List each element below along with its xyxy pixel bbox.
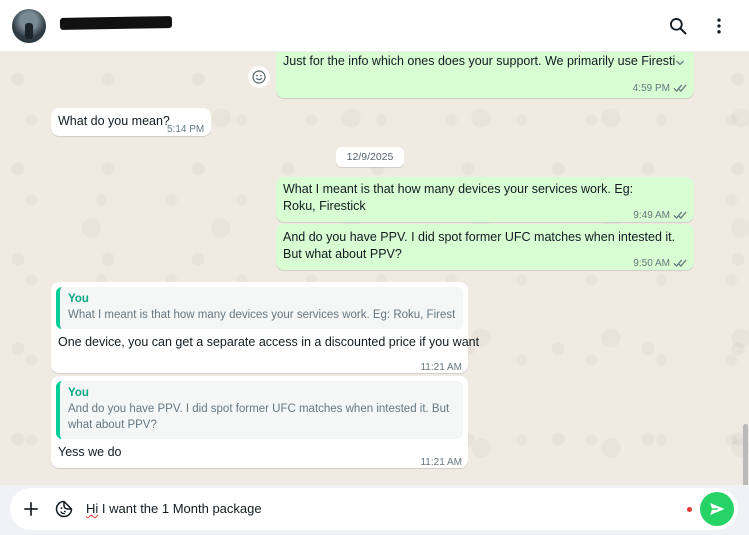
message-time: 11:21 AM — [420, 362, 462, 373]
send-button[interactable] — [700, 492, 734, 526]
more-vertical-icon — [717, 18, 721, 34]
plus-icon — [24, 502, 38, 516]
sticker-button[interactable] — [52, 497, 76, 521]
message-time: 11:21 AM — [420, 457, 462, 468]
quoted-message[interactable]: You And do you have PPV. I did spot form… — [56, 381, 463, 439]
message-input-text: I want the 1 Month package — [98, 501, 262, 516]
message-text: Yess we do — [58, 445, 122, 459]
read-receipt-icon — [673, 211, 687, 219]
message-input[interactable]: Hi I want the 1 Month package — [86, 501, 262, 516]
composer: Hi I want the 1 Month package — [10, 488, 738, 530]
message-time: 9:49 AM — [633, 210, 670, 221]
message-text: And do you have PPV. I did spot former U… — [283, 230, 676, 261]
message-bubble-outgoing[interactable]: Just for the info which ones does your s… — [276, 52, 694, 98]
read-receipt-icon — [673, 84, 687, 92]
menu-button[interactable] — [705, 12, 733, 40]
smiley-icon — [252, 70, 266, 84]
composer-bar: Hi I want the 1 Month package — [0, 485, 749, 535]
search-icon — [670, 18, 687, 35]
message-bubble-outgoing[interactable]: What I meant is that how many devices yo… — [276, 177, 694, 222]
message-text: Just for the info which ones does your s… — [283, 54, 675, 68]
search-button[interactable] — [664, 12, 692, 40]
message-bubble-outgoing[interactable]: And do you have PPV. I did spot former U… — [276, 224, 694, 270]
message-bubble-incoming[interactable]: What do you mean? 5:14 PM — [51, 108, 211, 136]
read-receipt-icon — [673, 259, 687, 267]
scrollbar[interactable] — [743, 424, 748, 485]
quote-author: You — [68, 293, 89, 305]
message-time: 4:59 PM — [632, 83, 670, 94]
react-button[interactable] — [248, 66, 270, 88]
message-time: 5:14 PM — [167, 124, 205, 135]
message-meta: 4:59 PM — [633, 80, 687, 97]
message-bubble-incoming[interactable]: You What I meant is that how many device… — [51, 282, 479, 373]
date-divider: 12/9/2025 — [336, 147, 404, 167]
quote-text: And do you have PPV. I did spot former U… — [68, 403, 450, 431]
message-meta: 9:50 AM — [633, 255, 687, 272]
quoted-message[interactable]: You What I meant is that how many device… — [56, 287, 463, 329]
recording-indicator — [687, 507, 692, 512]
message-text: What I meant is that how many devices yo… — [283, 182, 634, 213]
message-list[interactable]: Just for the info which ones does your s… — [0, 52, 749, 485]
message-bubble-incoming[interactable]: You And do you have PPV. I did spot form… — [51, 376, 468, 468]
attach-button[interactable] — [19, 497, 43, 521]
quote-author: You — [68, 387, 89, 399]
misspelled-word: Hi — [86, 501, 99, 516]
chat-header — [0, 0, 749, 52]
redacted-contact-name[interactable] — [59, 16, 173, 30]
chevron-down-icon[interactable] — [674, 57, 686, 69]
contact-avatar[interactable] — [12, 9, 46, 43]
message-text: One device, you can get a separate acces… — [58, 335, 480, 349]
quote-text: What I meant is that how many devices yo… — [68, 309, 455, 321]
send-icon — [710, 503, 725, 515]
message-text: What do you mean? — [58, 114, 170, 128]
sticker-icon — [55, 500, 73, 518]
message-meta: 9:49 AM — [633, 207, 687, 224]
message-time: 9:50 AM — [633, 258, 670, 269]
